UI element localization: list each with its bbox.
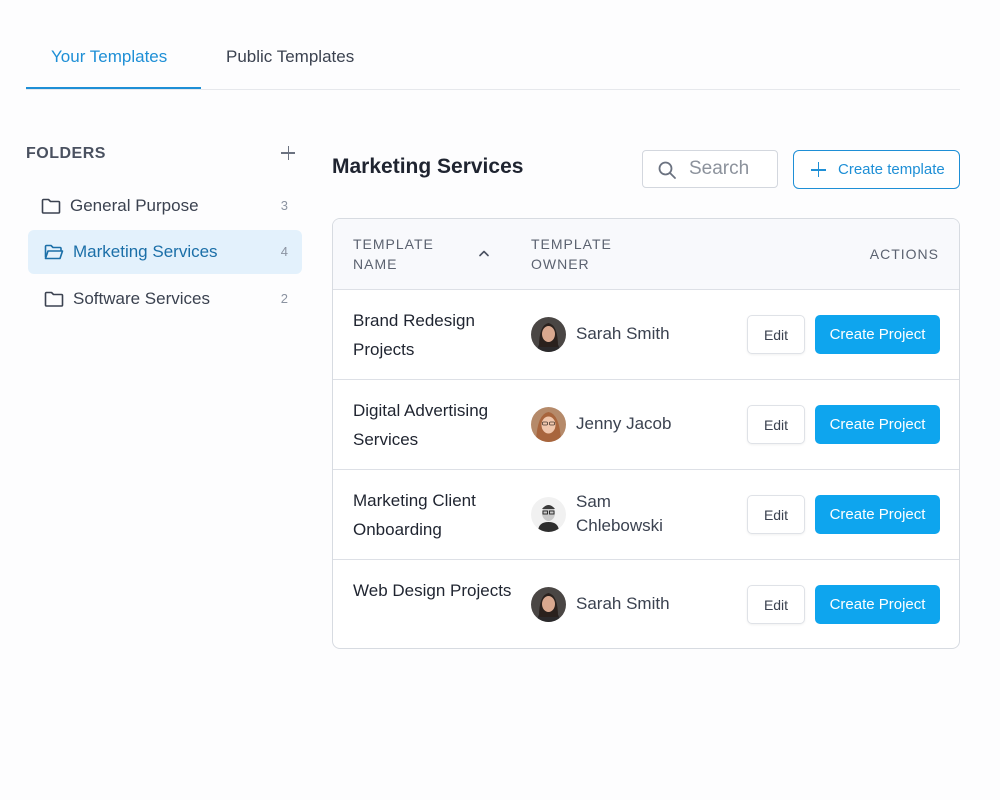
create-project-button[interactable]: Create Project bbox=[815, 405, 940, 444]
tab-bar: Your Templates Public Templates bbox=[26, 0, 960, 90]
create-project-button[interactable]: Create Project bbox=[815, 315, 940, 354]
edit-button[interactable]: Edit bbox=[747, 585, 805, 624]
create-project-label: Create Project bbox=[829, 596, 926, 613]
chevron-up-icon[interactable] bbox=[478, 249, 490, 257]
folder-icon bbox=[41, 198, 61, 214]
template-name: Digital Advertising Services bbox=[353, 401, 489, 449]
create-template-label: Create template bbox=[838, 161, 945, 178]
page-title: Marketing Services bbox=[332, 155, 524, 178]
table-row: Web Design Projects Sarah Smith Edit Cre… bbox=[333, 560, 959, 648]
template-name: Brand Redesign Projects bbox=[353, 311, 475, 359]
sidebar-item-label: Marketing Services bbox=[73, 242, 218, 261]
edit-label: Edit bbox=[763, 327, 789, 343]
edit-label: Edit bbox=[763, 507, 789, 523]
create-project-label: Create Project bbox=[829, 326, 926, 343]
sidebar-item-label: General Purpose bbox=[70, 196, 199, 215]
avatar bbox=[531, 497, 566, 532]
table-header: TEMPLATE NAME TEMPLATE OWNER ACTIONS bbox=[333, 219, 959, 290]
column-header-template-owner: TEMPLATE OWNER bbox=[531, 236, 612, 272]
edit-label: Edit bbox=[763, 417, 789, 433]
tab-your-templates[interactable]: Your Templates bbox=[51, 47, 167, 67]
folder-open-icon bbox=[44, 244, 64, 260]
folders-title: FOLDERS bbox=[26, 145, 106, 162]
owner-name: Sarah Smith bbox=[576, 594, 670, 613]
folder-count: 2 bbox=[280, 291, 288, 306]
column-header-template-name[interactable]: TEMPLATE NAME bbox=[353, 234, 443, 274]
column-header-actions: ACTIONS bbox=[869, 246, 939, 262]
owner-name: Sam Chlebowski bbox=[576, 492, 663, 535]
edit-label: Edit bbox=[763, 597, 789, 613]
search-icon bbox=[658, 161, 676, 179]
tab-public-templates[interactable]: Public Templates bbox=[226, 47, 354, 67]
add-folder-plus-icon[interactable] bbox=[278, 143, 298, 163]
folders-header: FOLDERS bbox=[26, 145, 298, 165]
folder-count: 3 bbox=[280, 198, 288, 213]
search-input[interactable] bbox=[689, 157, 773, 181]
edit-button[interactable]: Edit bbox=[747, 315, 805, 354]
avatar bbox=[531, 587, 566, 622]
plus-icon bbox=[811, 162, 826, 177]
create-project-label: Create Project bbox=[829, 416, 926, 433]
edit-button[interactable]: Edit bbox=[747, 405, 805, 444]
create-template-button[interactable]: Create template bbox=[793, 150, 960, 189]
create-project-button[interactable]: Create Project bbox=[815, 585, 940, 624]
sidebar-item-marketing-services[interactable]: Marketing Services 4 bbox=[28, 230, 302, 274]
avatar bbox=[531, 407, 566, 442]
template-name: Web Design Projects bbox=[353, 581, 512, 600]
sidebar-item-software-services[interactable]: Software Services 2 bbox=[28, 277, 302, 321]
sidebar-item-label: Software Services bbox=[73, 289, 210, 308]
search-box[interactable] bbox=[642, 150, 778, 188]
owner-name: Jenny Jacob bbox=[576, 414, 672, 433]
edit-button[interactable]: Edit bbox=[747, 495, 805, 534]
active-tab-indicator bbox=[26, 87, 201, 89]
table-row: Marketing Client Onboarding Sam Chlebows… bbox=[333, 470, 959, 560]
folder-count: 4 bbox=[280, 244, 288, 259]
template-name: Marketing Client Onboarding bbox=[353, 491, 476, 539]
sidebar-item-general-purpose[interactable]: General Purpose 3 bbox=[28, 184, 302, 228]
avatar bbox=[531, 317, 566, 352]
create-project-label: Create Project bbox=[829, 506, 926, 523]
owner-name: Sarah Smith bbox=[576, 324, 670, 343]
templates-table: TEMPLATE NAME TEMPLATE OWNER ACTIONS Bra… bbox=[332, 218, 960, 649]
table-row: Digital Advertising Services Jenny Jacob… bbox=[333, 380, 959, 470]
create-project-button[interactable]: Create Project bbox=[815, 495, 940, 534]
folder-icon bbox=[44, 291, 64, 307]
table-row: Brand Redesign Projects Sarah Smith Edit… bbox=[333, 290, 959, 380]
